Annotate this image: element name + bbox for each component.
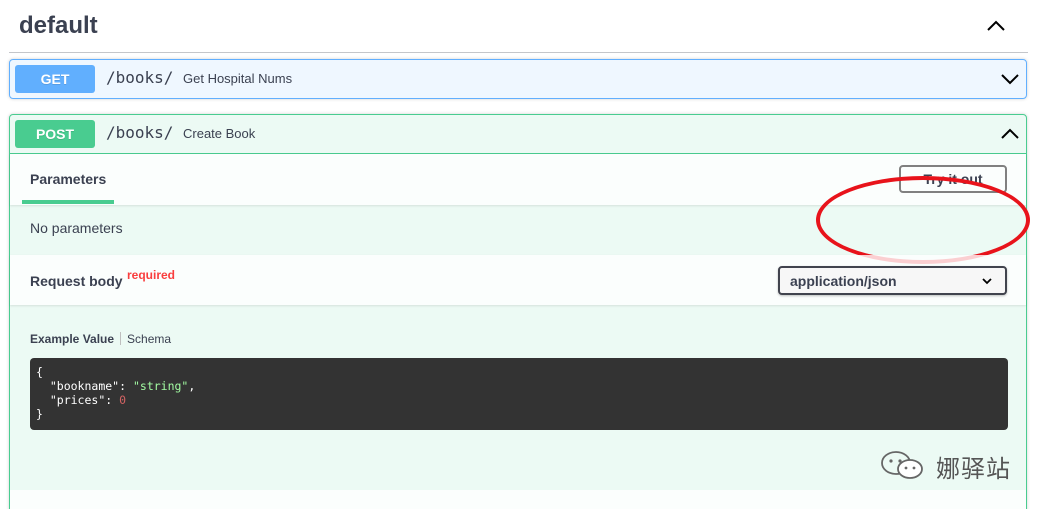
code-value-string: "string"	[132, 379, 189, 393]
operation-summary[interactable]: GET /books/ Get Hospital Nums	[10, 60, 1026, 98]
code-brace-open: {	[36, 365, 43, 379]
tab-example-value[interactable]: Example Value	[30, 332, 114, 346]
code-brace-close: }	[36, 407, 43, 421]
method-badge-post: POST	[15, 120, 95, 148]
operation-get-books: GET /books/ Get Hospital Nums	[9, 59, 1027, 99]
operation-description: Get Hospital Nums	[183, 71, 293, 86]
content-type-value: application/json	[790, 273, 897, 289]
chevron-up-icon[interactable]	[1000, 124, 1020, 144]
chevron-down-icon[interactable]	[1000, 69, 1020, 89]
swagger-page: default GET /books/ Get Hospital Nums PO…	[0, 0, 1048, 509]
operation-description: Create Book	[183, 126, 256, 141]
operation-path: /books/	[106, 68, 174, 87]
tab-schema[interactable]: Schema	[127, 332, 171, 346]
responses-panel	[10, 490, 1026, 509]
operation-post-books: POST /books/ Create Book Parameters Try …	[9, 114, 1030, 509]
chevron-up-icon[interactable]	[984, 14, 1008, 38]
section-header[interactable]: default	[9, 0, 1028, 53]
try-it-out-button[interactable]: Try it out	[899, 165, 1007, 193]
tab-divider	[120, 332, 122, 345]
operation-summary[interactable]: POST /books/ Create Book	[10, 115, 1026, 154]
chevron-down-icon	[982, 278, 992, 285]
request-body-title: Request body	[30, 273, 123, 289]
section-title: default	[19, 12, 98, 39]
example-tabs: Example Value Schema	[30, 332, 171, 346]
example-code-block: { "bookname": "string", "prices": 0 }	[30, 358, 1008, 430]
code-key-prices: "prices"	[49, 393, 106, 407]
request-body-header: Request body required application/json	[10, 255, 1026, 305]
content-type-select[interactable]: application/json	[778, 266, 1007, 295]
code-value-number: 0	[119, 393, 127, 407]
parameters-header: Parameters Try it out	[10, 154, 1030, 264]
code-key-bookname: "bookname"	[49, 379, 120, 393]
no-parameters-text: No parameters	[30, 220, 123, 236]
active-tab-indicator	[22, 200, 114, 204]
required-badge: required	[127, 268, 176, 282]
operation-path: /books/	[106, 123, 174, 142]
tab-parameters[interactable]: Parameters	[30, 171, 106, 187]
method-badge-get: GET	[15, 65, 95, 93]
